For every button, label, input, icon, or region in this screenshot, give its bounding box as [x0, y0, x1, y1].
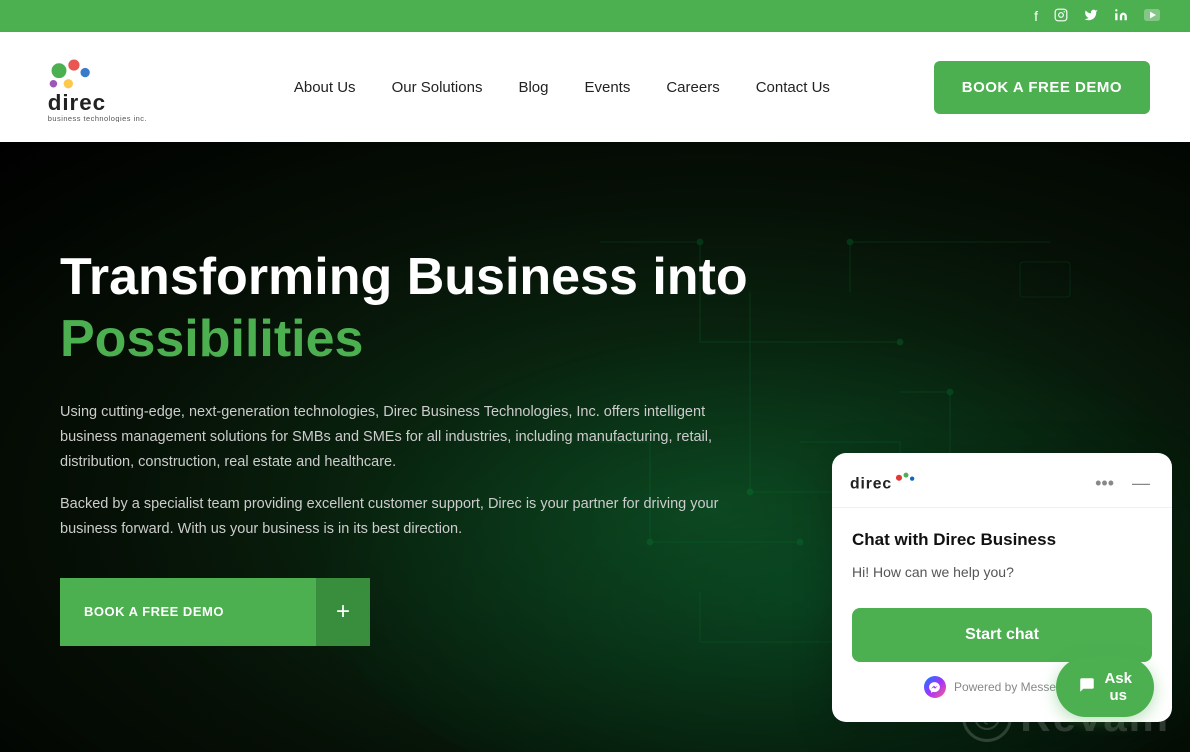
hero-content: Transforming Business into Possibilities… [0, 188, 820, 705]
svg-text:business technologies inc.: business technologies inc. [48, 114, 147, 122]
nav-contact-us[interactable]: Contact Us [756, 79, 830, 96]
chat-minimize-button[interactable]: — [1128, 471, 1154, 496]
hero-book-demo-button[interactable]: BOOK A FREE DEMO [60, 578, 316, 646]
hero-title-line2: Possibilities [60, 308, 760, 370]
hero-section: Transforming Business into Possibilities… [0, 142, 1190, 752]
main-nav: About Us Our Solutions Blog Events Caree… [294, 79, 830, 96]
hero-cta-plus-button[interactable]: + [316, 578, 370, 646]
hero-title-line1: Transforming Business into [60, 248, 760, 308]
nav-events[interactable]: Events [584, 79, 630, 96]
chat-more-button[interactable]: ••• [1091, 471, 1118, 496]
header: direc business technologies inc. About U… [0, 32, 1190, 142]
ask-us-label: Ask us [1104, 670, 1132, 704]
chat-widget-header: direc ••• — [832, 453, 1172, 508]
nav-careers[interactable]: Careers [666, 79, 719, 96]
instagram-icon[interactable] [1054, 8, 1068, 25]
nav-about-us[interactable]: About Us [294, 79, 356, 96]
hero-description-2: Backed by a specialist team providing ex… [60, 492, 760, 541]
ask-us-chat-icon [1078, 676, 1096, 698]
nav-our-solutions[interactable]: Our Solutions [392, 79, 483, 96]
ask-us-button[interactable]: Ask us [1056, 657, 1154, 717]
youtube-icon[interactable] [1144, 8, 1160, 24]
linkedin-icon[interactable] [1114, 8, 1128, 25]
hero-cta-group: BOOK A FREE DEMO + [60, 578, 370, 646]
top-bar: f [0, 0, 1190, 32]
chat-title: Chat with Direc Business [852, 530, 1152, 550]
logo[interactable]: direc business technologies inc. [40, 52, 190, 122]
chat-header-icons: ••• — [1091, 471, 1154, 496]
twitter-icon[interactable] [1084, 8, 1098, 25]
header-book-demo-button[interactable]: BOOK A FREE DEMO [934, 61, 1150, 114]
svg-text:direc: direc [850, 475, 892, 492]
chat-logo: direc [850, 469, 920, 497]
messenger-icon [924, 676, 946, 698]
nav-blog[interactable]: Blog [518, 79, 548, 96]
chat-subtitle: Hi! How can we help you? [852, 564, 1152, 580]
facebook-icon[interactable]: f [1034, 8, 1038, 24]
hero-description-1: Using cutting-edge, next-generation tech… [60, 400, 760, 474]
chat-start-button[interactable]: Start chat [852, 608, 1152, 662]
svg-text:direc: direc [48, 90, 106, 115]
